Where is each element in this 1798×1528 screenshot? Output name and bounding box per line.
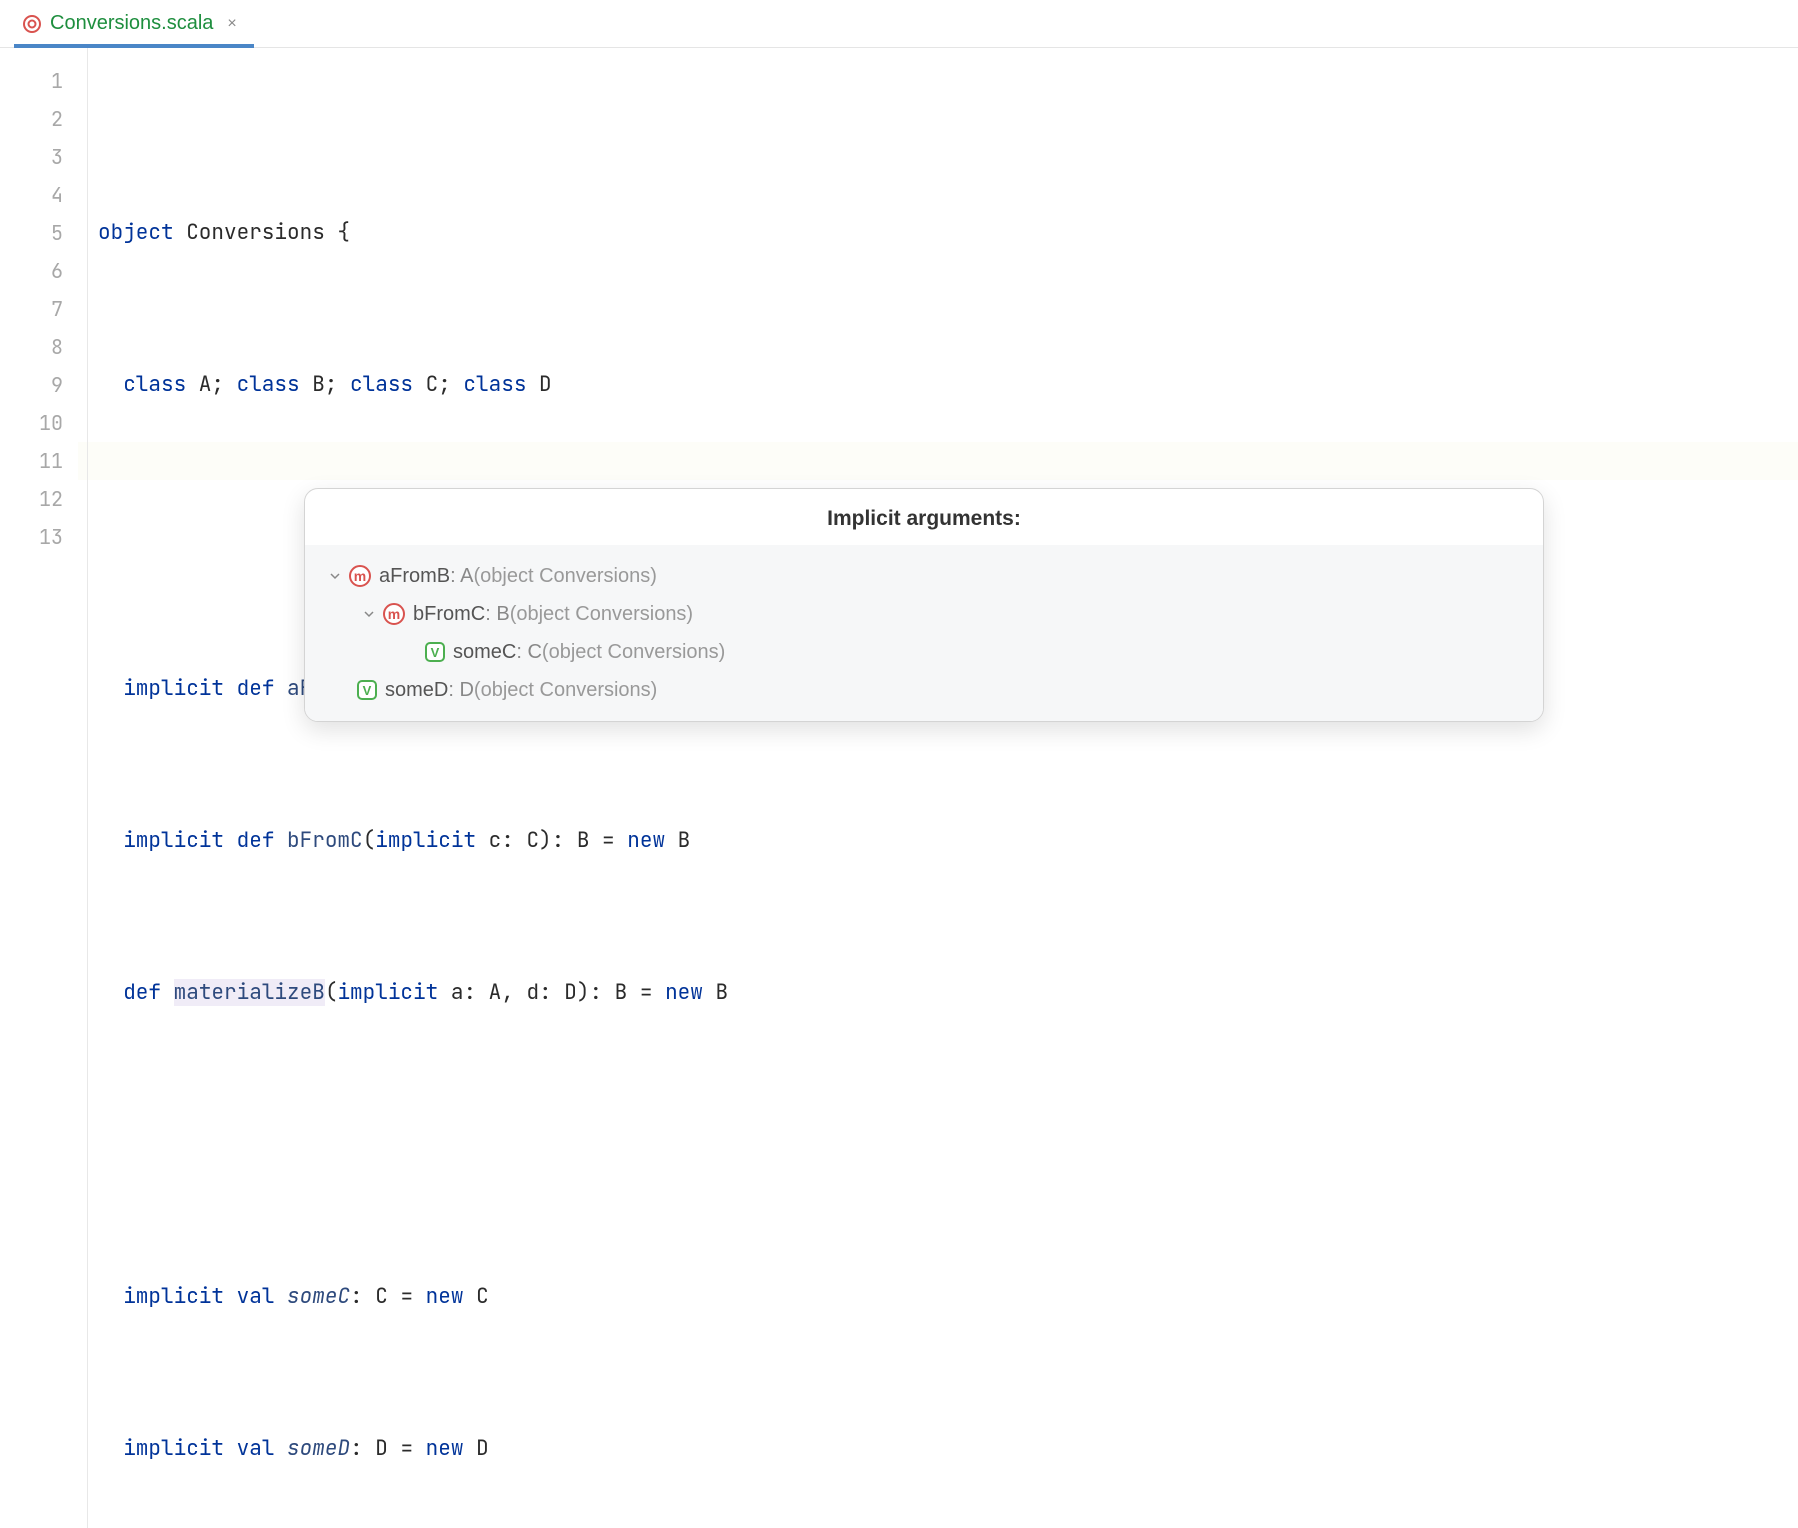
line-number: 6: [0, 252, 87, 290]
tree-node-somed[interactable]: V someD: D (object Conversions): [305, 671, 1543, 709]
code-line: class A; class B; class C; class D: [98, 366, 1798, 404]
code-line: [98, 1126, 1798, 1164]
line-number: 3: [0, 138, 87, 176]
close-icon[interactable]: ×: [227, 15, 236, 33]
tab-filename: Conversions.scala: [50, 12, 213, 35]
line-number: 4: [0, 176, 87, 214]
code-line: def materializeB(implicit a: A, d: D): B…: [98, 974, 1798, 1012]
line-number: 8: [0, 328, 87, 366]
tab-conversions[interactable]: Conversions.scala ×: [14, 0, 245, 47]
line-number: 9: [0, 366, 87, 404]
implicit-arguments-popup: Implicit arguments: m aFromB: A (object …: [304, 488, 1544, 722]
line-number: 13: [0, 518, 87, 556]
tab-bar: Conversions.scala ×: [0, 0, 1798, 48]
method-icon: m: [349, 565, 371, 587]
line-number: 5: [0, 214, 87, 252]
code-line: implicit val someC: C = new C: [98, 1278, 1798, 1316]
line-number: 10: [0, 404, 87, 442]
line-number: 12: [0, 480, 87, 518]
scala-file-icon: [22, 14, 42, 34]
code-line: object Conversions {: [98, 214, 1798, 252]
code-line: implicit def bFromC(implicit c: C): B = …: [98, 822, 1798, 860]
line-number: 11: [0, 442, 87, 480]
tree-node-somec[interactable]: V someC: C (object Conversions): [305, 633, 1543, 671]
editor-area: 1 2 3 4 5 6 7 8 9 10 11 12 13 object Con…: [0, 48, 1798, 1528]
code-line: implicit val someD: D = new D: [98, 1430, 1798, 1468]
gutter: 1 2 3 4 5 6 7 8 9 10 11 12 13: [0, 48, 88, 1528]
code-area[interactable]: object Conversions { class A; class B; c…: [88, 48, 1798, 1528]
current-line-highlight: [78, 442, 1798, 480]
line-number: 7: [0, 290, 87, 328]
method-icon: m: [383, 603, 405, 625]
value-icon: V: [425, 642, 445, 662]
tree-node-afromb[interactable]: m aFromB: A (object Conversions): [305, 557, 1543, 595]
line-number: 1: [0, 62, 87, 100]
popup-title: Implicit arguments:: [305, 489, 1543, 545]
line-number: 2: [0, 100, 87, 138]
popup-tree: m aFromB: A (object Conversions) m bFrom…: [305, 545, 1543, 721]
value-icon: V: [357, 680, 377, 700]
chevron-down-icon[interactable]: [361, 606, 377, 622]
tree-node-bfromc[interactable]: m bFromC: B (object Conversions): [305, 595, 1543, 633]
chevron-down-icon[interactable]: [327, 568, 343, 584]
